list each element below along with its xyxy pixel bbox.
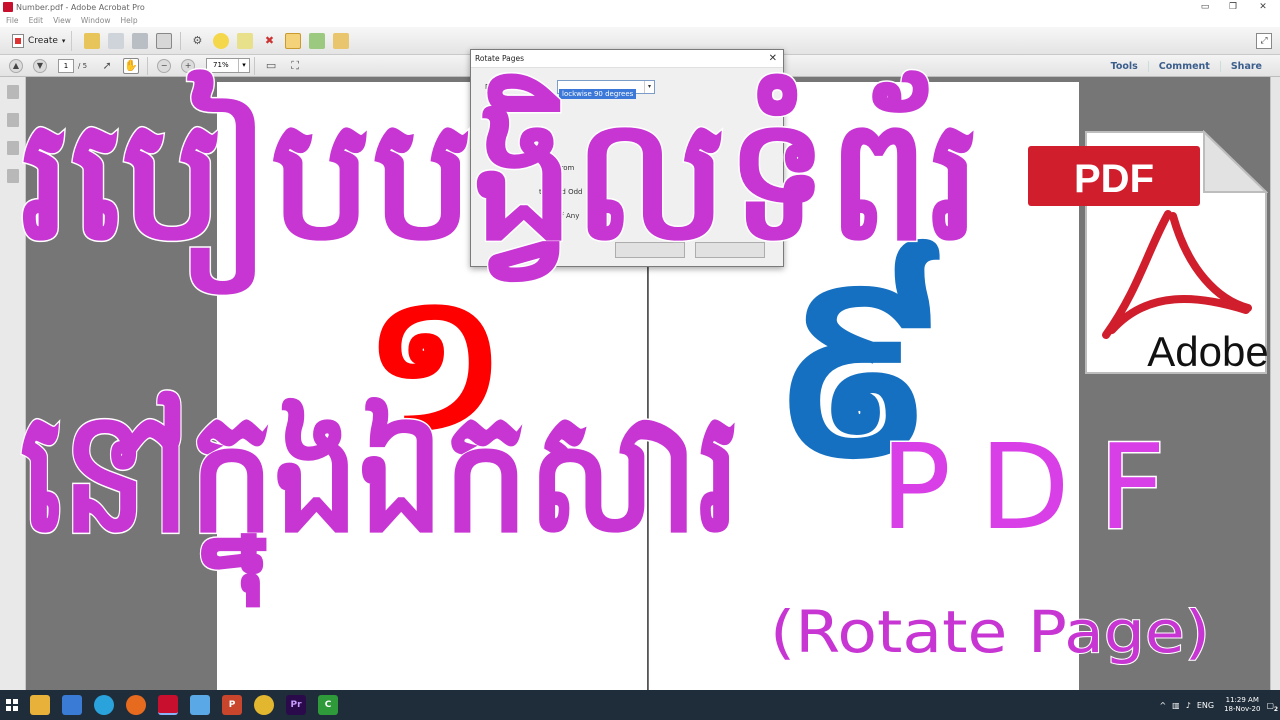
- signatures-icon[interactable]: [7, 169, 19, 183]
- window-title: Number.pdf - Adobe Acrobat Pro: [16, 2, 145, 12]
- highlight-icon[interactable]: [237, 32, 254, 49]
- next-page-button[interactable]: ▼: [33, 58, 47, 73]
- powerpoint-icon[interactable]: P: [222, 695, 242, 715]
- save-icon[interactable]: [108, 32, 125, 49]
- windows-taskbar: P Pr C: [0, 690, 1280, 720]
- fit-page-icon[interactable]: ▭: [263, 58, 279, 74]
- adobe-pdf-logo: PDF Adobe: [1028, 130, 1268, 375]
- direction-selected-value: lockwise 90 degrees: [559, 89, 637, 99]
- notification-count: 2: [1273, 705, 1278, 713]
- pages-prefix-label: te:: [539, 188, 549, 196]
- clock-time: 11:29 AM: [1225, 696, 1259, 704]
- chrome-icon[interactable]: [254, 695, 274, 715]
- zoom-level-select[interactable]: 71%: [206, 58, 251, 73]
- firefox-icon[interactable]: [126, 695, 146, 715]
- volume-icon[interactable]: ♪: [1186, 701, 1191, 710]
- chevron-down-icon: ▾: [61, 36, 66, 45]
- menu-view[interactable]: View: [53, 16, 71, 25]
- notifications-icon[interactable]: ▢ 2: [1266, 701, 1278, 713]
- zoom-out-button[interactable]: −: [157, 58, 172, 73]
- clock[interactable]: 11:29 AM 18-Nov-20: [1224, 696, 1260, 714]
- direction-select[interactable]: lockwise 90 degrees ▾: [557, 80, 655, 99]
- language-indicator[interactable]: ENG: [1197, 701, 1214, 710]
- tools-link[interactable]: Tools: [1101, 61, 1148, 72]
- menu-help[interactable]: Help: [120, 16, 137, 25]
- acrobat-app-icon: [3, 2, 13, 12]
- edge-icon[interactable]: [62, 695, 82, 715]
- logo-page-fold: [1203, 130, 1268, 193]
- dialog-close-button[interactable]: ✕: [769, 50, 777, 68]
- windows-logo-icon: [6, 699, 18, 711]
- vertical-scrollbar[interactable]: [1270, 77, 1280, 690]
- email-icon[interactable]: [156, 32, 173, 49]
- page-thumbnails-icon[interactable]: [7, 85, 19, 99]
- select-icon[interactable]: [285, 32, 302, 49]
- attachments-icon[interactable]: [7, 141, 19, 155]
- numeral-right-text: ៩: [768, 230, 952, 480]
- nav-separator: [147, 56, 149, 75]
- camtasia-icon[interactable]: C: [318, 695, 338, 715]
- cancel-button[interactable]: [695, 242, 765, 258]
- ok-button[interactable]: [615, 242, 685, 258]
- edit-icon[interactable]: [333, 32, 350, 49]
- odd-even-select[interactable]: nd Odd: [557, 188, 583, 196]
- notes-icon[interactable]: [190, 695, 210, 715]
- zoom-in-button[interactable]: +: [181, 58, 196, 73]
- menu-file[interactable]: File: [6, 16, 19, 25]
- file-explorer-icon[interactable]: [30, 695, 50, 715]
- menu-edit[interactable]: Edit: [29, 16, 44, 25]
- network-icon[interactable]: ▥: [1172, 701, 1180, 710]
- export-icon[interactable]: [309, 32, 326, 49]
- share-link[interactable]: Share: [1219, 60, 1272, 72]
- comment-link[interactable]: Comment: [1147, 60, 1220, 72]
- task-pane-links: Tools Comment Share: [1101, 55, 1272, 77]
- premiere-icon[interactable]: Pr: [286, 695, 306, 715]
- select-arrow-icon[interactable]: ➚: [99, 58, 115, 74]
- menu-window[interactable]: Window: [81, 16, 111, 25]
- create-doc-icon: [12, 33, 24, 48]
- menu-bar: File Edit View Window Help: [0, 14, 1280, 26]
- from-label: From: [557, 164, 575, 172]
- direction-label: Di: [485, 83, 493, 91]
- hand-tool-icon[interactable]: ✋: [123, 57, 140, 74]
- chevron-down-icon: ▾: [644, 81, 654, 93]
- open-folder-icon[interactable]: [84, 32, 101, 49]
- comment-icon[interactable]: [213, 32, 230, 49]
- restore-button[interactable]: ❐: [1220, 0, 1246, 14]
- chevron-up-icon[interactable]: ^: [1159, 701, 1166, 710]
- logo-badge-text: PDF: [1074, 157, 1154, 201]
- delete-icon[interactable]: ✖: [261, 33, 277, 49]
- orientation-select[interactable]: of Any: [557, 212, 579, 220]
- dialog-title: Rotate Pages: [475, 54, 525, 63]
- rotate-pages-dialog: Rotate Pages ✕ Di lockwise 90 degrees ▾ …: [470, 49, 784, 267]
- create-label: Create: [28, 35, 58, 46]
- page-number-input[interactable]: 1: [58, 58, 74, 73]
- logo-brand-text: Adobe: [1147, 328, 1268, 375]
- clock-date: 18-Nov-20: [1224, 705, 1261, 713]
- page-numeral-right: ៩: [768, 230, 952, 480]
- close-button[interactable]: ✕: [1250, 0, 1276, 14]
- numeral-left-text: ១: [363, 278, 507, 448]
- acrobat-icon[interactable]: [158, 695, 178, 715]
- previous-page-button[interactable]: ▲: [9, 58, 23, 73]
- acrobat-window: Number.pdf - Adobe Acrobat Pro ▭ ❐ ✕ Fil…: [0, 0, 1280, 720]
- print-icon[interactable]: [132, 32, 149, 49]
- toolbar-separator: [180, 31, 182, 50]
- start-button[interactable]: [0, 690, 24, 720]
- fullscreen-button[interactable]: ⤢: [1256, 33, 1272, 49]
- telegram-icon[interactable]: [94, 695, 114, 715]
- gear-icon[interactable]: ⚙: [189, 33, 205, 49]
- bookmarks-icon[interactable]: [7, 113, 19, 127]
- fit-width-icon[interactable]: ⛶: [287, 58, 303, 74]
- system-tray: ^ ▥ ♪ ENG 11:29 AM 18-Nov-20 ▢ 2: [1159, 690, 1280, 720]
- minimize-button[interactable]: ▭: [1192, 0, 1218, 14]
- dialog-title-bar: Rotate Pages ✕: [471, 50, 783, 68]
- title-bar: Number.pdf - Adobe Acrobat Pro ▭ ❐ ✕: [0, 0, 1280, 14]
- page-total: / 5: [78, 61, 88, 70]
- nav-separator-2: [254, 56, 256, 75]
- navigation-pane: [0, 77, 26, 690]
- page-numeral-left: ១: [363, 278, 507, 448]
- create-button[interactable]: Create ▾: [6, 30, 73, 51]
